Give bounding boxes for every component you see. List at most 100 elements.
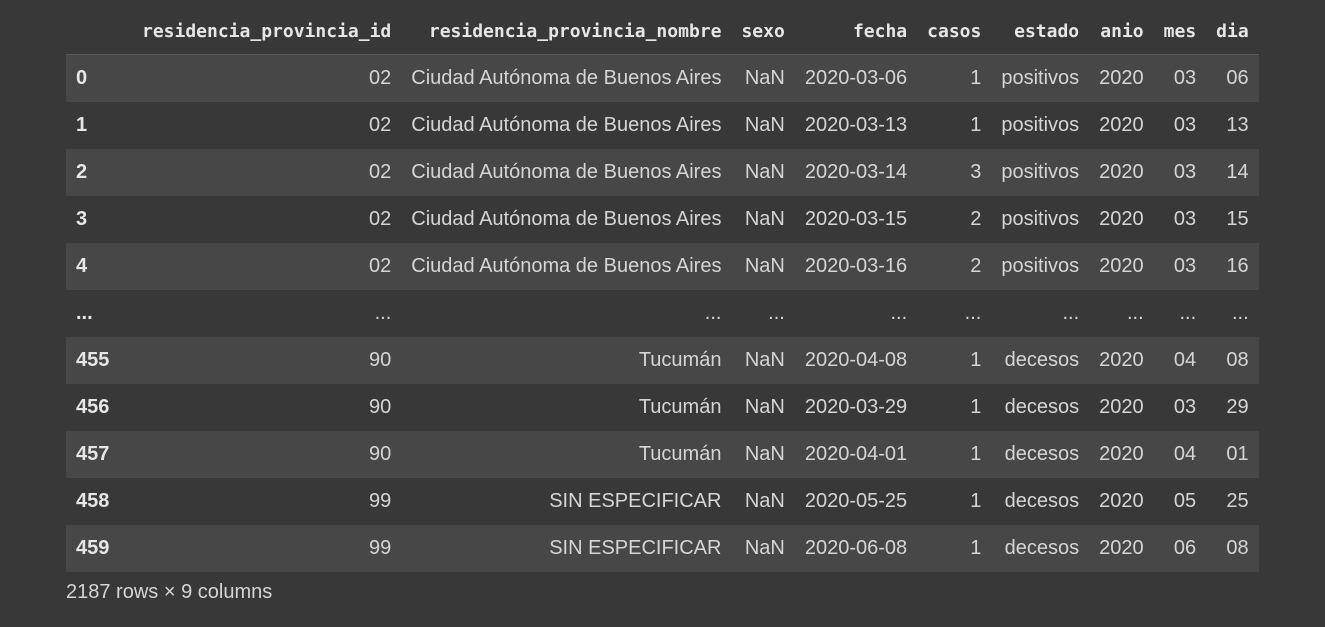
table-cell: 03 [1173, 208, 1197, 230]
table-cell: SIN ESPECIFICAR [549, 537, 722, 559]
row-index: 1 [76, 114, 88, 136]
table-cell: 2020 [1099, 67, 1144, 89]
table-cell: 1 [970, 114, 982, 136]
table-cell: 2 [970, 208, 982, 230]
dataframe-output: residencia_provincia_id residencia_provi… [66, 8, 1259, 604]
column-header: estado [991, 8, 1090, 55]
dataframe-dimensions: 2187 rows × 9 columns [66, 581, 273, 603]
column-header: casos [917, 8, 992, 55]
table-cell: decesos [1004, 537, 1080, 559]
table-cell: 08 [1226, 349, 1249, 371]
table-cell: Ciudad Autónoma de Buenos Aires [411, 67, 722, 89]
table-cell: 29 [1226, 396, 1249, 418]
index-header [66, 8, 132, 55]
table-cell: 1 [970, 443, 982, 465]
row-index: 4 [76, 255, 88, 277]
table-cell: 2020 [1099, 443, 1144, 465]
table-cell: NaN [744, 443, 785, 465]
table-cell: positivos [1001, 208, 1080, 230]
row-index: 457 [76, 443, 110, 465]
table-cell: NaN [744, 255, 785, 277]
table-cell: Ciudad Autónoma de Buenos Aires [411, 255, 722, 277]
table-cell: 1 [970, 349, 982, 371]
table-cell: 13 [1226, 114, 1249, 136]
column-header: anio [1089, 8, 1154, 55]
table-cell: 14 [1226, 161, 1249, 183]
table-cell: 2020-06-08 [804, 537, 908, 559]
table-cell: decesos [1004, 443, 1080, 465]
table-cell: NaN [744, 396, 785, 418]
table-cell: 03 [1173, 161, 1197, 183]
table-cell: 06 [1226, 67, 1249, 89]
table-cell: 90 [369, 349, 392, 371]
row-index: ... [76, 302, 93, 324]
table-cell: 03 [1173, 396, 1197, 418]
table-cell: NaN [744, 537, 785, 559]
table-cell: NaN [744, 161, 785, 183]
table-cell: 2020-04-01 [804, 443, 908, 465]
table-cell: Ciudad Autónoma de Buenos Aires [411, 161, 722, 183]
table-cell: 2 [970, 255, 982, 277]
table-cell: positivos [1001, 114, 1080, 136]
table-row: 4 02 Ciudad Autónoma de Buenos Aires NaN 202… [66, 243, 1259, 290]
table-cell: Tucumán [638, 443, 722, 465]
table-cell: NaN [744, 349, 785, 371]
table-cell: Tucumán [638, 349, 722, 371]
table-cell: 03 [1173, 255, 1197, 277]
row-index: 3 [76, 208, 88, 230]
table-cell: ... [704, 302, 722, 324]
table-cell: 1 [970, 490, 982, 512]
table-cell: 2020 [1099, 161, 1144, 183]
table-row: 0 02 Ciudad Autónoma de Buenos Aires NaN 202… [66, 54, 1259, 102]
table-cell: 04 [1173, 443, 1197, 465]
table-cell: 02 [369, 255, 392, 277]
table-cell: 2020-04-08 [804, 349, 908, 371]
table-cell: 2020 [1099, 396, 1144, 418]
row-index: 0 [76, 67, 88, 89]
table-cell: ... [1126, 302, 1144, 324]
table-row: 457 90 Tucumán NaN 2020-04-01 1 decesos 2020 04 0… [66, 431, 1259, 478]
table-cell: decesos [1004, 396, 1080, 418]
row-index: 456 [76, 396, 110, 418]
column-header: fecha [794, 8, 918, 55]
table-cell: 2020-03-13 [804, 114, 908, 136]
table-cell: positivos [1001, 67, 1080, 89]
table-cell: 04 [1173, 349, 1197, 371]
table-cell: Ciudad Autónoma de Buenos Aires [411, 114, 722, 136]
table-cell: 1 [970, 67, 982, 89]
table-cell: 2020-03-06 [804, 67, 908, 89]
table-cell: 15 [1226, 208, 1249, 230]
header-row: residencia_provincia_id residencia_provi… [66, 8, 1259, 55]
table-cell: 2020-03-16 [804, 255, 908, 277]
table-cell: 2020-03-15 [804, 208, 908, 230]
table-cell: 08 [1226, 537, 1249, 559]
table-cell: ... [964, 302, 982, 324]
table-cell: 2020 [1099, 490, 1144, 512]
table-cell: 2020 [1099, 208, 1144, 230]
table-cell: positivos [1001, 161, 1080, 183]
table-cell: 2020 [1099, 537, 1144, 559]
table-row: 2 02 Ciudad Autónoma de Buenos Aires NaN 202… [66, 149, 1259, 196]
table-cell: NaN [744, 490, 785, 512]
table-cell: 2020-05-25 [804, 490, 908, 512]
row-index: 459 [76, 537, 110, 559]
row-index: 458 [76, 490, 110, 512]
row-index: 455 [76, 349, 110, 371]
table-cell: ... [1062, 302, 1080, 324]
table-cell: 1 [970, 537, 982, 559]
table-cell: 25 [1226, 490, 1249, 512]
table-cell: 16 [1226, 255, 1249, 277]
table-cell: NaN [744, 114, 785, 136]
table-cell: NaN [744, 208, 785, 230]
table-cell: 2020 [1099, 255, 1144, 277]
row-index: 2 [76, 161, 88, 183]
column-header: dia [1206, 8, 1259, 55]
table-cell: NaN [744, 67, 785, 89]
table-cell: positivos [1001, 255, 1080, 277]
table-cell: Ciudad Autónoma de Buenos Aires [411, 208, 722, 230]
table-cell: ... [374, 302, 392, 324]
dataframe-table: residencia_provincia_id residencia_provi… [66, 8, 1259, 572]
table-cell: 3 [970, 161, 982, 183]
table-cell: ... [768, 302, 785, 324]
table-cell: 02 [369, 67, 392, 89]
